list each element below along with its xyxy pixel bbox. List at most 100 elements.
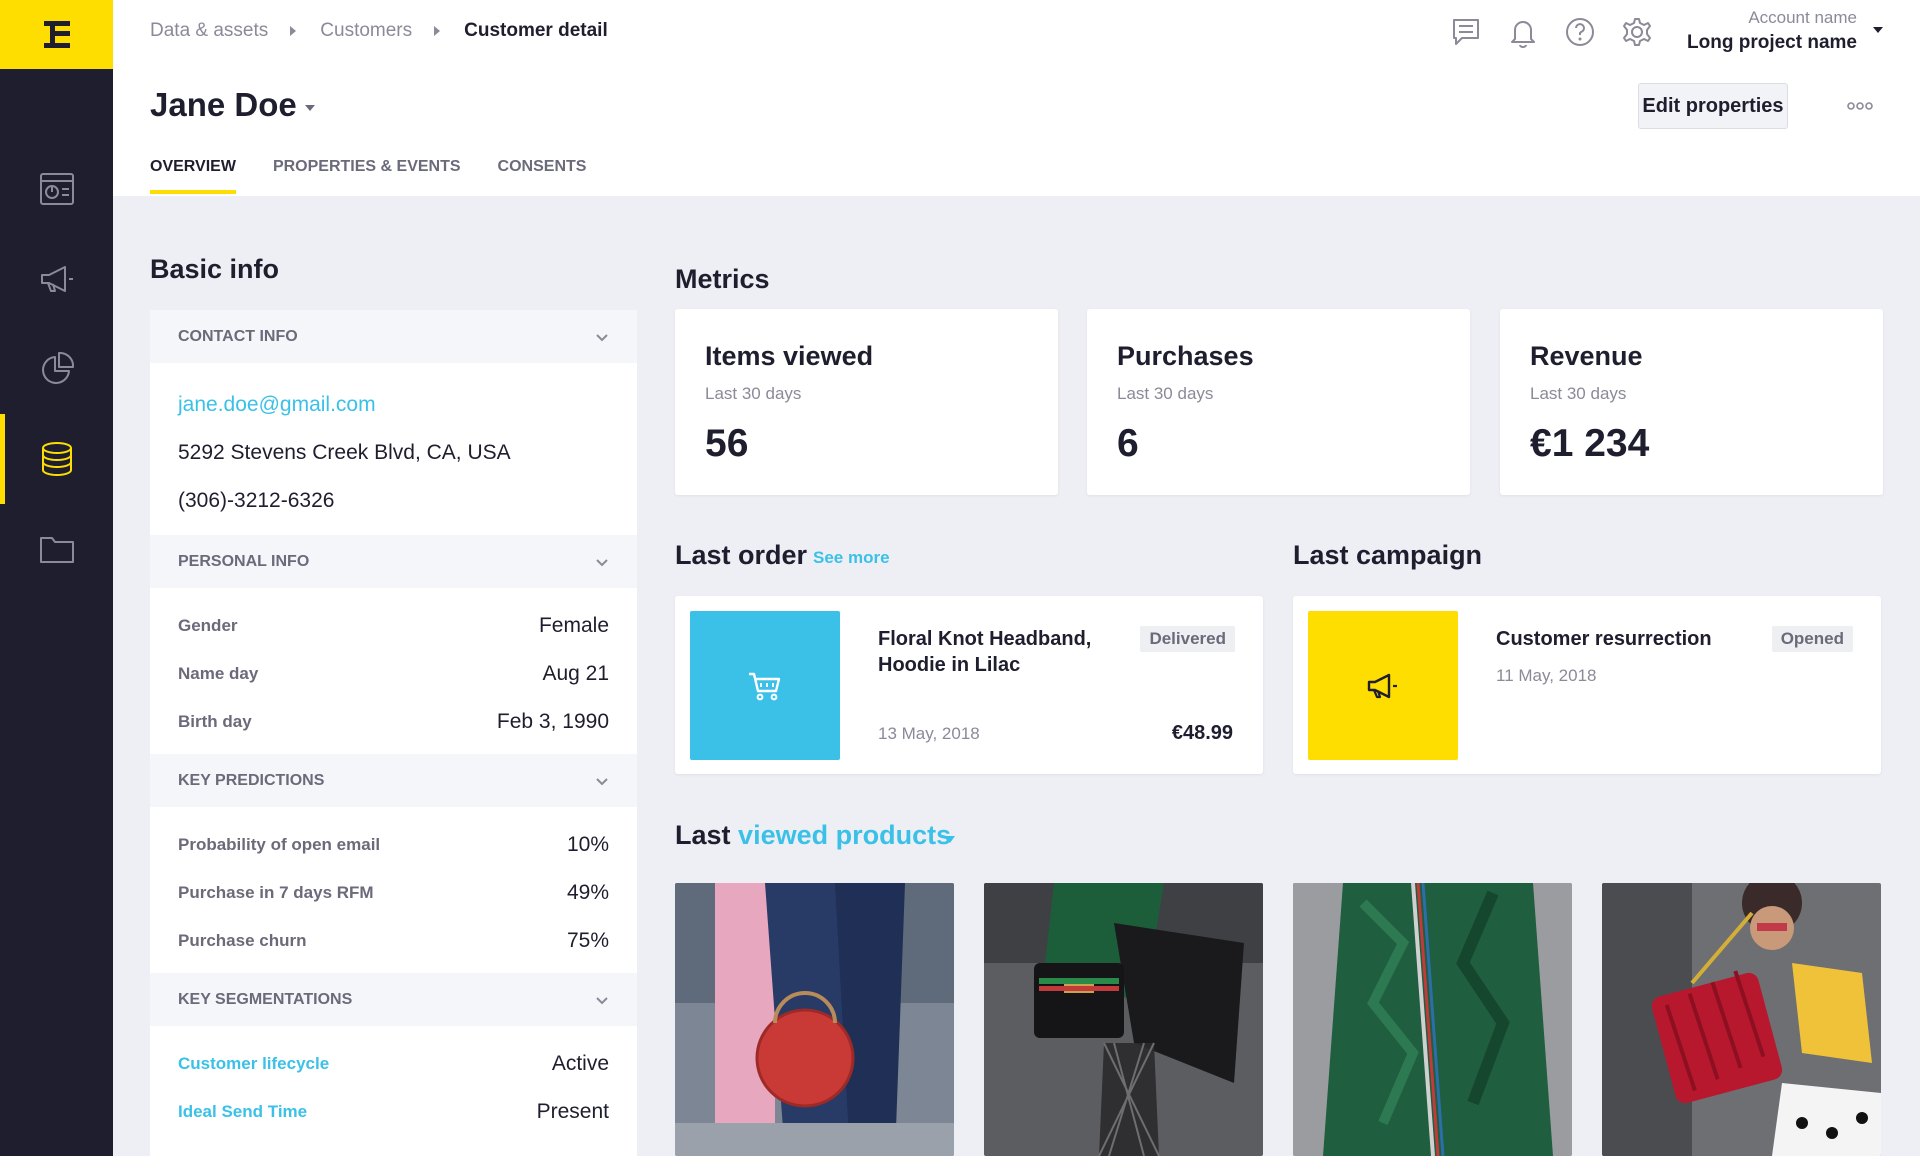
metric-card: Revenue Last 30 days €1 234 [1500,309,1883,495]
project-name: Long project name [1687,32,1857,53]
campaign-date: 11 May, 2018 [1496,666,1597,685]
header-icons [1450,16,1653,48]
sidebar-item-dashboard[interactable] [0,144,113,234]
key-segmentations-header[interactable]: KEY SEGMENTATIONS [150,973,637,1026]
key-predictions-header[interactable]: KEY PREDICTIONS [150,754,637,807]
kv-row: Name day Aug 21 [178,650,609,698]
status-badge: Opened [1771,626,1853,652]
campaigns-megaphone-icon [40,266,73,292]
contact-info-header[interactable]: CONTACT INFO [150,310,637,363]
tabs: OVERVIEW PROPERTIES & EVENTS CONSENTS [150,158,586,194]
sidebar [0,0,113,1156]
product-card[interactable] [675,883,954,1156]
kv-value: 49% [566,881,609,904]
dashboard-icon [39,173,74,205]
kv-key: Probability of open email [178,835,381,854]
page-title: Jane Doe [150,86,297,123]
key-segmentations-label: KEY SEGMENTATIONS [178,990,353,1008]
metric-card: Items viewed Last 30 days 56 [675,309,1058,495]
account-switcher[interactable]: Account name Long project name [1687,8,1857,54]
address-text: 5292 Stevens Creek Blvd, CA, USA [178,441,511,464]
key-segmentations-body: Customer lifecycle Active Ideal Send Tim… [150,1026,637,1144]
tab-properties-events[interactable]: PROPERTIES & EVENTS [273,158,461,194]
last-campaign-title: Last campaign [1293,540,1483,570]
kv-value: Active [551,1052,609,1075]
last-order-title: Last order [675,540,808,570]
viewed-caret-icon[interactable] [945,836,955,843]
order-date: 13 May, 2018 [878,724,980,743]
gear-icon[interactable] [1621,16,1653,48]
order-product-name: Floral Knot Headband, Hoodie in Lilac [878,628,1092,676]
breadcrumb-customers[interactable]: Customers [320,20,412,42]
see-more-link[interactable]: See more [813,548,890,568]
sidebar-item-campaigns[interactable] [0,234,113,324]
metrics-title: Metrics [675,264,770,294]
viewed-products-dropdown[interactable]: viewed products [738,820,951,850]
black-handbag-fishnet-photo [984,883,1263,1156]
last-campaign-card[interactable]: Customer resurrection Opened 11 May, 201… [1293,596,1881,774]
brand-logo-icon[interactable] [0,0,113,69]
kv-key: Birth day [178,712,252,731]
page-header: Data & assets Customers Customer detail … [113,0,1920,196]
kv-key: Purchase in 7 days RFM [178,883,374,902]
last-viewed-title: Last viewed products [675,820,951,851]
breadcrumb-data-assets[interactable]: Data & assets [150,20,268,42]
kv-value: 10% [566,833,609,856]
sidebar-item-assets[interactable] [0,504,113,594]
chat-icon[interactable] [1450,16,1482,48]
campaign-name: Customer resurrection [1496,628,1712,650]
key-predictions-body: Probability of open email 10% Purchase i… [150,807,637,973]
tab-consents[interactable]: CONSENTS [498,158,587,194]
chevron-down-icon [596,558,608,566]
kv-value: Aug 21 [542,662,609,685]
order-thumbnail [690,611,840,760]
last-order-card[interactable]: Floral Knot Headband, Hoodie in Lilac De… [675,596,1263,774]
sidebar-item-analytics[interactable] [0,324,113,414]
title-caret-icon[interactable] [305,105,315,111]
product-card[interactable] [1293,883,1572,1156]
kv-key: Gender [178,616,238,635]
metric-subtitle: Last 30 days [1530,384,1627,403]
account-name: Account name [1748,8,1857,27]
personal-info-label: PERSONAL INFO [178,552,310,570]
email-link[interactable]: jane.doe@gmail.com [178,381,609,429]
breadcrumb-separator-icon [290,26,297,36]
order-price: €48.99 [1171,722,1233,744]
chevron-down-icon [596,333,608,341]
kv-row: Purchase churn 75% [178,917,609,965]
segmentation-link[interactable]: Ideal Send Time [178,1102,307,1122]
personal-info-body: Gender Female Name day Aug 21 Birth day … [150,588,637,754]
help-icon[interactable] [1564,16,1596,48]
breadcrumb-separator-icon [434,26,441,36]
metric-title: Revenue [1530,341,1643,371]
edit-properties-button[interactable]: Edit properties [1638,83,1788,129]
product-card[interactable] [984,883,1263,1156]
segmentation-link[interactable]: Customer lifecycle [178,1054,329,1074]
metric-title: Purchases [1117,341,1254,371]
sidebar-item-data[interactable] [0,414,113,504]
metric-subtitle: Last 30 days [705,384,802,403]
tab-overview[interactable]: OVERVIEW [150,158,236,194]
kv-value: Feb 3, 1990 [496,710,609,733]
kv-row: Birth day Feb 3, 1990 [178,698,609,746]
contact-info-body: jane.doe@gmail.com 5292 Stevens Creek Bl… [150,363,637,535]
more-options-icon[interactable] [1846,98,1874,114]
megaphone-icon [1367,673,1397,698]
breadcrumb-current: Customer detail [464,20,608,41]
phone-text: (306)-3212-6326 [178,489,335,512]
kv-value: Female [538,614,609,637]
kv-row: Probability of open email 10% [178,821,609,869]
account-caret-icon[interactable] [1873,27,1883,33]
bell-icon[interactable] [1507,16,1539,48]
kv-row: Purchase in 7 days RFM 49% [178,869,609,917]
metric-subtitle: Last 30 days [1117,384,1214,403]
personal-info-header[interactable]: PERSONAL INFO [150,535,637,588]
contact-info-label: CONTACT INFO [178,327,298,345]
green-fur-coat-photo [1293,883,1572,1156]
red-quilted-handbag-photo [1602,883,1881,1156]
kv-key: Purchase churn [178,931,307,950]
metric-value: 56 [705,422,749,465]
metric-value: €1 234 [1530,422,1650,465]
product-card[interactable] [1602,883,1881,1156]
chevron-down-icon [596,996,608,1004]
